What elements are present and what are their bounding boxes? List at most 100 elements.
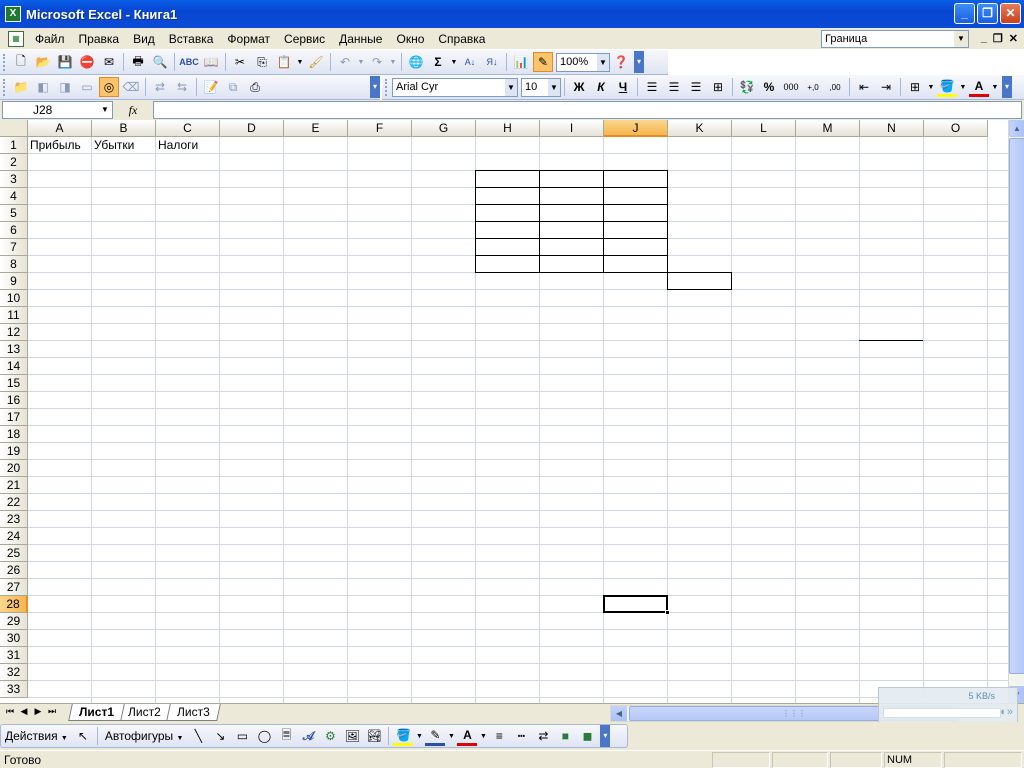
- arrow-icon[interactable]: ↘: [210, 726, 230, 746]
- borders-icon[interactable]: ⊞: [905, 77, 925, 97]
- decrease-indent-icon[interactable]: ⇤: [854, 77, 874, 97]
- track-changes-icon[interactable]: ⇄: [150, 77, 170, 97]
- row-header-19[interactable]: 19: [0, 443, 28, 460]
- row-header-30[interactable]: 30: [0, 630, 28, 647]
- research-icon[interactable]: 📖: [201, 52, 221, 72]
- text-box-icon[interactable]: 🗏: [276, 726, 296, 746]
- doc-close-button[interactable]: ✕: [1009, 32, 1018, 45]
- fill-color-icon[interactable]: 🪣: [937, 77, 957, 97]
- underline-button[interactable]: Ч: [613, 77, 633, 97]
- bordered-cell-J8[interactable]: [603, 255, 668, 273]
- row-header-33[interactable]: 33: [0, 681, 28, 698]
- chevron-down-icon[interactable]: ▼: [296, 52, 304, 72]
- 3d-style-icon[interactable]: ◼: [577, 726, 597, 746]
- row-header-10[interactable]: 10: [0, 290, 28, 307]
- toolbar-grip[interactable]: [3, 78, 7, 96]
- first-sheet-icon[interactable]: ⏮: [3, 706, 17, 717]
- scroll-up-icon[interactable]: ▲: [1009, 120, 1024, 137]
- chevron-down-icon[interactable]: ▼: [959, 77, 967, 97]
- row-header-2[interactable]: 2: [0, 154, 28, 171]
- menu-tools[interactable]: Сервис: [277, 32, 332, 46]
- row-header-6[interactable]: 6: [0, 222, 28, 239]
- end-review-icon[interactable]: ⎙: [245, 77, 265, 97]
- active-cell-J28[interactable]: [603, 595, 670, 615]
- column-header-G[interactable]: G: [412, 120, 476, 137]
- decrease-decimal-icon[interactable]: ,00: [825, 77, 845, 97]
- row-header-31[interactable]: 31: [0, 647, 28, 664]
- new-comment-icon[interactable]: 📁: [11, 77, 31, 97]
- formula-input[interactable]: [153, 101, 1022, 119]
- shadow-style-icon[interactable]: ■: [555, 726, 575, 746]
- line-style-icon[interactable]: ≡: [489, 726, 509, 746]
- vertical-scrollbar[interactable]: ▲ ▼: [1008, 120, 1024, 703]
- row-header-7[interactable]: 7: [0, 239, 28, 256]
- chevron-down-icon[interactable]: ▼: [954, 31, 968, 47]
- oval-icon[interactable]: ◯: [254, 726, 274, 746]
- row-header-11[interactable]: 11: [0, 307, 28, 324]
- bold-button[interactable]: Ж: [569, 77, 589, 97]
- bordered-cell-I6[interactable]: [539, 221, 604, 239]
- row-header-12[interactable]: 12: [0, 324, 28, 341]
- row-header-24[interactable]: 24: [0, 528, 28, 545]
- help-icon[interactable]: ❓: [611, 52, 631, 72]
- bordered-cell-J6[interactable]: [603, 221, 668, 239]
- copy-icon[interactable]: ⎘: [252, 52, 272, 72]
- column-header-J[interactable]: J: [604, 120, 668, 137]
- network-speed-widget[interactable]: 5 KB/s ◐»: [878, 687, 1018, 725]
- insert-function-button[interactable]: fx: [113, 103, 153, 118]
- bordered-cell-J4[interactable]: [603, 187, 668, 205]
- edit-list-icon[interactable]: 📝: [201, 77, 221, 97]
- email-icon[interactable]: ✉: [99, 52, 119, 72]
- save-icon[interactable]: 💾: [55, 52, 75, 72]
- align-center-icon[interactable]: ☰: [664, 77, 684, 97]
- select-all-button[interactable]: [0, 120, 28, 137]
- title-bar[interactable]: X Microsoft Excel - Книга1 _ ❐ ✕: [0, 0, 1024, 28]
- cell-C1[interactable]: Налоги: [156, 137, 198, 154]
- row-header-18[interactable]: 18: [0, 426, 28, 443]
- bordered-cell-H6[interactable]: [475, 221, 540, 239]
- chevron-down-icon[interactable]: ▼: [548, 78, 560, 96]
- bordered-cell-H5[interactable]: [475, 204, 540, 222]
- toolbar-options-icon[interactable]: ▾: [634, 51, 644, 73]
- column-header-C[interactable]: C: [156, 120, 220, 137]
- wordart-icon[interactable]: 𝒜: [298, 726, 318, 746]
- name-box[interactable]: J28 ▼: [2, 101, 113, 119]
- insert-picture-icon[interactable]: 🏞: [364, 726, 384, 746]
- previous-comment-icon[interactable]: ◧: [33, 77, 53, 97]
- row-header-3[interactable]: 3: [0, 171, 28, 188]
- workbook-icon[interactable]: ▦: [8, 30, 24, 47]
- bordered-cell-J3[interactable]: [603, 170, 668, 188]
- cut-icon[interactable]: ✂: [230, 52, 250, 72]
- select-objects-icon[interactable]: ↖: [73, 726, 93, 746]
- chevron-down-icon[interactable]: ▼: [98, 102, 112, 118]
- chevron-down-icon[interactable]: ▼: [597, 53, 609, 71]
- drawing-toggle-icon[interactable]: ✎: [533, 52, 553, 72]
- row-header-17[interactable]: 17: [0, 409, 28, 426]
- chevron-down-icon[interactable]: ▼: [389, 52, 397, 72]
- chevron-down-icon[interactable]: ▼: [927, 77, 935, 97]
- new-document-icon[interactable]: 🗋: [11, 52, 31, 72]
- bordered-cell-H8[interactable]: [475, 255, 540, 273]
- column-header-F[interactable]: F: [348, 120, 412, 137]
- arrow-style-icon[interactable]: ⇄: [533, 726, 553, 746]
- dash-style-icon[interactable]: ┅: [511, 726, 531, 746]
- cell-B1[interactable]: Убытки: [92, 137, 134, 154]
- permission-icon[interactable]: ⛔: [77, 52, 97, 72]
- help-question-box[interactable]: Граница ▼: [821, 30, 969, 48]
- font-size-select[interactable]: 10 ▼: [521, 77, 561, 97]
- sheet-tab-3[interactable]: Лист3: [166, 704, 221, 721]
- print-icon[interactable]: 🖶: [128, 52, 148, 72]
- hyperlink-icon[interactable]: 🌐: [406, 52, 426, 72]
- column-header-M[interactable]: M: [796, 120, 860, 137]
- row-header-16[interactable]: 16: [0, 392, 28, 409]
- print-preview-icon[interactable]: 🔍: [150, 52, 170, 72]
- toolbar-grip[interactable]: [385, 78, 389, 96]
- row-header-28[interactable]: 28: [0, 596, 28, 613]
- menu-insert[interactable]: Вставка: [162, 32, 221, 46]
- row-header-4[interactable]: 4: [0, 188, 28, 205]
- row-header-15[interactable]: 15: [0, 375, 28, 392]
- bordered-cell-K9[interactable]: [667, 272, 732, 290]
- menu-help[interactable]: Справка: [431, 32, 492, 46]
- close-button[interactable]: ✕: [1000, 3, 1021, 24]
- next-sheet-icon[interactable]: ▶: [31, 706, 45, 717]
